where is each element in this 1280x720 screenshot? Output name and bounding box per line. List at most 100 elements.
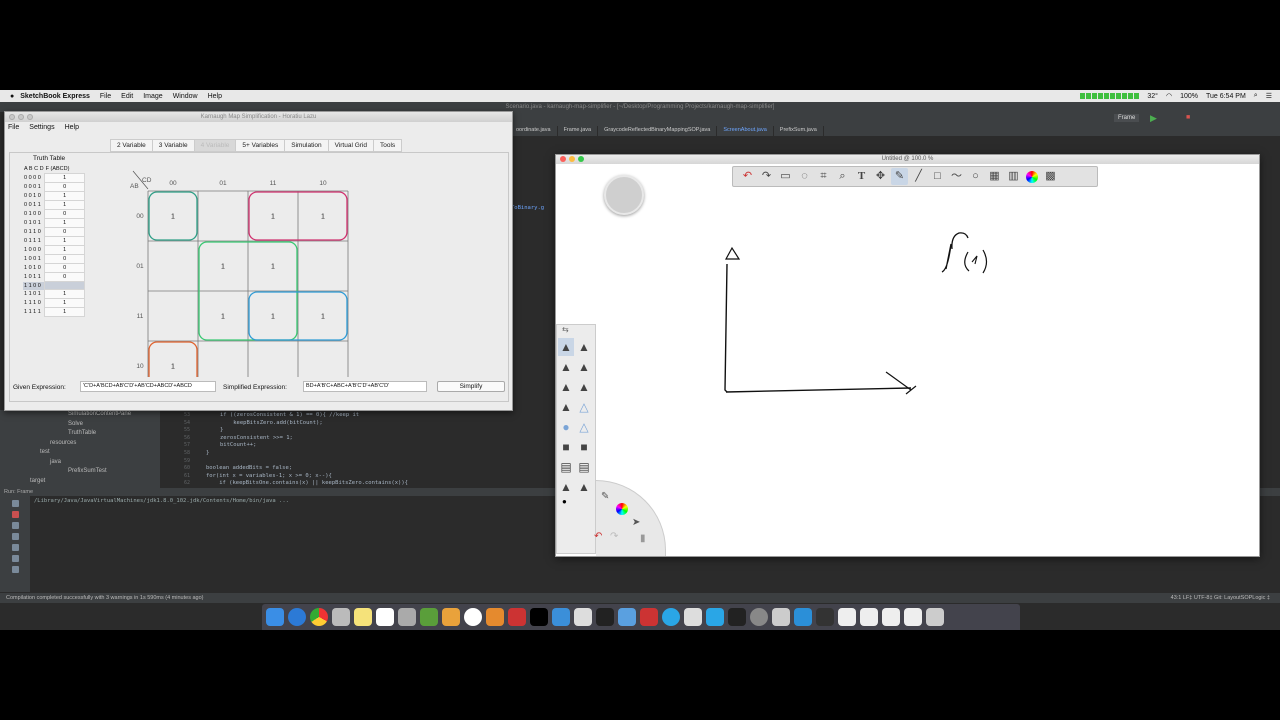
editor-tab[interactable]: oordinate.java xyxy=(510,126,558,136)
drawing-canvas[interactable] xyxy=(556,164,1261,558)
minimize-button[interactable] xyxy=(569,156,575,162)
system-preferences-icon[interactable] xyxy=(750,608,768,626)
pattern-brush-icon[interactable]: ▤ xyxy=(576,458,592,476)
tree-item[interactable]: test xyxy=(0,448,160,458)
simplified-expression-field[interactable]: BD+A'B'C+ABC+A'B'C'D'+AB'C'D' xyxy=(303,381,427,392)
lagoon-undo-icon[interactable]: ↶ xyxy=(594,531,602,542)
minecraft-icon[interactable] xyxy=(420,608,438,626)
zoom-icon[interactable]: ⌕ xyxy=(834,168,851,185)
editor-tab[interactable]: PrefixSum.java xyxy=(774,126,824,136)
run-config-select[interactable]: Frame xyxy=(1114,114,1140,122)
trash-icon[interactable] xyxy=(926,608,944,626)
skype-icon[interactable] xyxy=(706,608,724,626)
app-icon[interactable] xyxy=(772,608,790,626)
menu-image[interactable]: Image xyxy=(143,93,162,100)
pencil-brush-icon[interactable]: ▲ xyxy=(558,338,574,356)
kmap-cell-value[interactable]: 1 xyxy=(271,214,275,221)
editor-tab[interactable]: Frame.java xyxy=(558,126,599,136)
output-cell[interactable]: 0 xyxy=(44,227,86,237)
tab-3-variable[interactable]: 3 Variable xyxy=(151,139,195,152)
eraser-brush-icon[interactable]: ■ xyxy=(558,438,574,456)
zoom-button[interactable] xyxy=(27,114,33,120)
rect-icon[interactable]: □ xyxy=(929,168,946,185)
skype-icon[interactable] xyxy=(662,608,680,626)
rerun-icon[interactable] xyxy=(11,500,19,507)
sketchbook-icon[interactable] xyxy=(794,608,812,626)
kmap-cell-value[interactable]: 1 xyxy=(221,314,225,321)
color-wheel-icon[interactable] xyxy=(1026,170,1038,183)
zoom-button[interactable] xyxy=(578,156,584,162)
xcode-icon[interactable] xyxy=(552,608,570,626)
intellij-icon[interactable] xyxy=(508,608,526,626)
output-cell[interactable]: 0 xyxy=(44,272,86,282)
output-cell[interactable]: 1 xyxy=(44,200,86,210)
line-icon[interactable]: ╱ xyxy=(910,168,927,185)
kmap-cell-value[interactable]: 1 xyxy=(271,264,275,271)
lagoon-select-icon[interactable]: ➤ xyxy=(632,517,640,528)
lasso-icon[interactable]: ◌ xyxy=(796,168,813,185)
kmap-menu-file[interactable]: File xyxy=(8,122,19,133)
app-icon[interactable] xyxy=(442,608,460,626)
text-icon[interactable]: T xyxy=(853,168,870,185)
app-icon[interactable] xyxy=(618,608,636,626)
chrome-icon[interactable] xyxy=(310,608,328,626)
output-cell[interactable]: 1 xyxy=(44,307,86,317)
tree-item[interactable]: TruthTable xyxy=(0,429,160,439)
menubar-clock[interactable]: Tue 6:54 PM xyxy=(1206,93,1246,100)
menu-help[interactable]: Help xyxy=(208,93,222,100)
app-icon[interactable] xyxy=(530,608,548,626)
pin-icon[interactable] xyxy=(11,555,19,562)
output-cell[interactable]: 1 xyxy=(44,289,86,299)
minimized-window[interactable] xyxy=(816,608,834,626)
brush-size-dot[interactable]: ● xyxy=(557,497,595,507)
output-cell[interactable] xyxy=(44,281,86,290)
output-cell[interactable]: 0 xyxy=(44,182,86,192)
kmap-cell-value[interactable]: 1 xyxy=(271,314,275,321)
polyline-icon[interactable]: 〜 xyxy=(948,168,965,185)
lagoon-redo-icon[interactable]: ↷ xyxy=(610,531,618,542)
tree-item[interactable]: target xyxy=(0,477,160,487)
given-expression-field[interactable]: 'C'D+A'BCD+AB'C'D'+AB'CD+ABCD'+ABCD xyxy=(80,381,216,392)
close-button[interactable] xyxy=(560,156,566,162)
color-puck[interactable] xyxy=(604,175,644,215)
menu-window[interactable]: Window xyxy=(173,93,198,100)
marker-brush-icon[interactable]: ▲ xyxy=(558,358,574,376)
tree-item[interactable]: SimulationContentPane xyxy=(0,410,160,420)
status-right-info[interactable]: 43:1 LF‡ UTF-8‡ Git: LayoutSOPLogic ‡ xyxy=(1171,593,1270,603)
redo-icon[interactable]: ↷ xyxy=(758,168,775,185)
kmap-title-bar[interactable]: Karnaugh Map Simplification - Horatiu La… xyxy=(5,112,512,122)
spotlight-icon[interactable]: ⌕ xyxy=(1254,92,1258,100)
move-icon[interactable]: ✥ xyxy=(872,168,889,185)
chisel-brush-icon[interactable]: ▲ xyxy=(558,478,574,496)
tab-2-variable[interactable]: 2 Variable xyxy=(110,139,153,152)
paint-brush-icon[interactable]: ▲ xyxy=(558,378,574,396)
dump-icon[interactable] xyxy=(11,533,19,540)
kmap-menu-settings[interactable]: Settings xyxy=(29,122,54,133)
app-icon[interactable] xyxy=(486,608,504,626)
output-cell[interactable]: 1 xyxy=(44,191,86,201)
tab-tools[interactable]: Tools xyxy=(373,139,403,152)
stop-run-icon[interactable] xyxy=(11,511,19,518)
kmap-cell-value[interactable]: 1 xyxy=(171,214,175,221)
lagoon-trash-icon[interactable]: ▮ xyxy=(640,533,646,544)
weather-temperature[interactable]: 32° xyxy=(1147,93,1158,100)
battery-percent[interactable]: 100% xyxy=(1180,93,1198,100)
editor-tab-active[interactable]: ScreenAbout.java xyxy=(717,126,774,136)
output-cell[interactable]: 1 xyxy=(44,236,86,246)
kmap-menu-help[interactable]: Help xyxy=(65,122,79,133)
palette-handle-icon[interactable]: ⇆ xyxy=(557,325,595,337)
airbrush-icon[interactable]: ▲ xyxy=(558,398,574,416)
tree-item[interactable]: Solve xyxy=(0,420,160,430)
output-cell[interactable]: 0 xyxy=(44,209,86,219)
tab-5-variables[interactable]: 5+ Variables xyxy=(235,139,286,152)
kmap-cell-value[interactable]: 1 xyxy=(171,364,175,371)
output-cell[interactable]: 1 xyxy=(44,218,86,228)
tab-virtual-grid[interactable]: Virtual Grid xyxy=(327,139,374,152)
app-icon[interactable] xyxy=(574,608,592,626)
app-icon[interactable] xyxy=(640,608,658,626)
output-cell[interactable]: 1 xyxy=(44,245,86,255)
crop-icon[interactable]: ⌗ xyxy=(815,168,832,185)
calendar-icon[interactable] xyxy=(376,608,394,626)
menu-file[interactable]: File xyxy=(100,93,111,100)
tree-item[interactable]: PrefixSumTest xyxy=(0,467,160,477)
